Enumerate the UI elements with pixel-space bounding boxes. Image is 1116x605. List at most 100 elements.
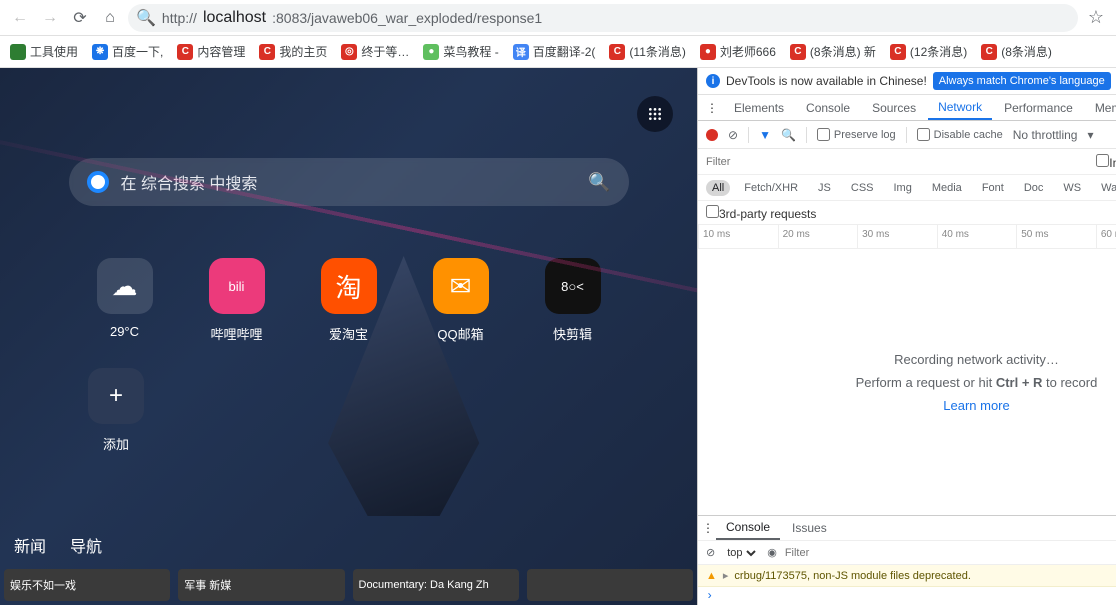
bottom-nav-item[interactable]: 新闻 xyxy=(14,533,46,557)
clear-icon[interactable]: ⊘ xyxy=(728,128,738,142)
devtools-tab-network[interactable]: Network xyxy=(928,95,992,120)
third-party-checkbox[interactable]: 3rd-party requests xyxy=(706,205,816,221)
speed-dial-tile[interactable]: 淘爱淘宝 xyxy=(321,258,377,343)
bookmark-item[interactable]: C我的主页 xyxy=(253,39,333,64)
address-bar[interactable]: 🔍 http://localhost:8083/javaweb06_war_ex… xyxy=(128,4,1078,32)
throttling-select[interactable]: No throttling xyxy=(1013,128,1078,142)
drawer-menu-icon[interactable]: ⋮ xyxy=(702,521,714,535)
hint-text: Perform a request or hit Ctrl + R to rec… xyxy=(856,375,1098,390)
devtools-locale-banner: i DevTools is now available in Chinese! … xyxy=(698,68,1116,95)
type-filter-ws[interactable]: WS xyxy=(1057,180,1087,196)
preserve-log-checkbox[interactable]: Preserve log xyxy=(817,128,896,141)
tile-label: 爱淘宝 xyxy=(329,324,368,343)
page-content: 在 综合搜索 中搜索 🔍 ☁ 29°C bili哔哩哔哩淘爱淘宝 ✉QQ邮箱 8○<快剪… xyxy=(0,68,697,605)
search-icon[interactable]: 🔍 xyxy=(781,128,796,142)
warning-icon: ▲ xyxy=(706,570,717,582)
devtools-tab-elements[interactable]: Elements xyxy=(724,95,794,120)
bookmark-icon: C xyxy=(790,44,806,60)
speed-dial-tile[interactable]: bili哔哩哔哩 xyxy=(209,258,265,343)
bookmark-item[interactable]: C(8条消息) xyxy=(975,39,1058,64)
devtools-tab-performance[interactable]: Performance xyxy=(994,95,1083,120)
drawer-tab-issues[interactable]: Issues xyxy=(782,516,837,540)
console-prompt[interactable]: › xyxy=(698,587,1116,605)
bookmark-item[interactable]: C(12条消息) xyxy=(884,39,973,64)
news-card[interactable]: Documentary: Da Kang Zh xyxy=(353,569,519,601)
devtools-tabs: ⋮ ElementsConsoleSourcesNetworkPerforman… xyxy=(698,95,1116,121)
bottom-nav-item[interactable]: 导航 xyxy=(70,533,102,557)
type-filter-doc[interactable]: Doc xyxy=(1018,180,1050,196)
news-card[interactable]: 军事 新媒 xyxy=(178,569,344,601)
add-tile[interactable]: + 添加 xyxy=(88,368,144,453)
console-clear-icon[interactable]: ⊘ xyxy=(706,546,715,559)
apps-grid-button[interactable] xyxy=(637,96,673,132)
bookmark-item[interactable]: ●刘老师666 xyxy=(694,39,782,64)
drawer-tabs: ⋮ ConsoleIssues xyxy=(698,515,1116,541)
back-button[interactable]: ← xyxy=(8,6,32,30)
network-empty-state: Recording network activity… Perform a re… xyxy=(698,249,1116,515)
tile-icon: ☁ xyxy=(97,258,153,314)
tile-icon: bili xyxy=(209,258,265,314)
network-filter-input[interactable] xyxy=(706,156,826,168)
reload-button[interactable]: ⟳ xyxy=(68,6,92,30)
type-filter-wasm[interactable]: Wasm xyxy=(1095,180,1116,196)
bookmark-item[interactable]: C(11条消息) xyxy=(603,39,691,64)
tile-label: 快剪辑 xyxy=(553,324,592,343)
bookmark-icon: ● xyxy=(423,44,439,60)
bookmark-item[interactable]: C(8条消息) 新 xyxy=(784,39,882,64)
timeline-tick: 20 ms xyxy=(778,225,858,248)
type-filter-media[interactable]: Media xyxy=(926,180,968,196)
invert-checkbox[interactable]: Invert xyxy=(1096,154,1116,170)
bookmark-item[interactable]: ◎终于等… xyxy=(335,39,415,64)
bookmark-star-icon[interactable]: ☆ xyxy=(1084,7,1108,28)
news-card[interactable] xyxy=(527,569,693,601)
bookmark-icon: ● xyxy=(700,44,716,60)
bookmark-item[interactable]: C内容管理 xyxy=(171,39,251,64)
bookmark-item[interactable]: 译百度翻译-2( xyxy=(507,39,602,64)
network-type-filters: AllFetch/XHRJSCSSImgMediaFontDocWSWasmMa… xyxy=(698,175,1116,201)
banner-match-button[interactable]: Always match Chrome's language xyxy=(933,72,1111,90)
type-filter-css[interactable]: CSS xyxy=(845,180,880,196)
console-warning-text: crbug/1173575, non-JS module files depre… xyxy=(734,570,970,582)
type-filter-js[interactable]: JS xyxy=(812,180,837,196)
bookmark-icon: ❋ xyxy=(92,44,108,60)
search-submit-icon[interactable]: 🔍 xyxy=(588,172,610,193)
eye-icon[interactable]: ◉ xyxy=(767,546,777,559)
record-button[interactable] xyxy=(706,129,718,141)
console-warning: ▲ ▸ crbug/1173575, non-JS module files d… xyxy=(698,565,1116,587)
network-toolbar: ⊘ ▼ 🔍 Preserve log Disable cache No thro… xyxy=(698,121,1116,149)
filter-icon[interactable]: ▼ xyxy=(759,128,771,142)
type-filter-img[interactable]: Img xyxy=(888,180,918,196)
bookmark-label: 菜鸟教程 - xyxy=(443,43,498,60)
learn-more-link[interactable]: Learn more xyxy=(943,398,1009,413)
bookmark-label: (12条消息) xyxy=(910,43,967,60)
speed-dial-tile[interactable]: 8○<快剪辑 xyxy=(545,258,601,343)
speed-dial-tile[interactable]: ✉QQ邮箱 xyxy=(433,258,489,343)
devtools-tab-sources[interactable]: Sources xyxy=(862,95,926,120)
bookmark-item[interactable]: ❋百度一下, xyxy=(86,39,169,64)
bookmark-icon: C xyxy=(259,44,275,60)
devtools-tab-mem[interactable]: Mem xyxy=(1085,95,1116,120)
tile-label: 29°C xyxy=(110,324,139,339)
tile-icon: ✉ xyxy=(433,258,489,314)
network-filter-row: Invert Hide data URLs xyxy=(698,149,1116,175)
speed-dial-tile[interactable]: ☁ 29°C xyxy=(97,258,153,343)
news-card[interactable]: 娱乐不如一戏 xyxy=(4,569,170,601)
console-filter-input[interactable] xyxy=(785,547,1116,559)
bookmark-label: 百度一下, xyxy=(112,43,163,60)
type-filter-font[interactable]: Font xyxy=(976,180,1010,196)
type-filter-all[interactable]: All xyxy=(706,180,730,196)
home-button[interactable]: ⌂ xyxy=(98,6,122,30)
page-search[interactable]: 在 综合搜索 中搜索 🔍 xyxy=(69,158,629,206)
context-select[interactable]: top xyxy=(723,546,759,560)
bookmark-item[interactable]: 工具使用 xyxy=(4,39,84,64)
third-party-row: 3rd-party requests xyxy=(698,201,1116,225)
devtools-tab-console[interactable]: Console xyxy=(796,95,860,120)
devtools-menu-icon[interactable]: ⋮ xyxy=(702,101,722,115)
type-filter-fetch-xhr[interactable]: Fetch/XHR xyxy=(738,180,804,196)
disable-cache-checkbox[interactable]: Disable cache xyxy=(917,128,1003,141)
drawer-tab-console[interactable]: Console xyxy=(716,516,780,540)
timeline-tick: 30 ms xyxy=(857,225,937,248)
forward-button[interactable]: → xyxy=(38,6,62,30)
bookmark-item[interactable]: ●菜鸟教程 - xyxy=(417,39,504,64)
bookmarks-bar: 工具使用❋百度一下,C内容管理C我的主页◎终于等…●菜鸟教程 -译百度翻译-2(… xyxy=(0,36,1116,68)
